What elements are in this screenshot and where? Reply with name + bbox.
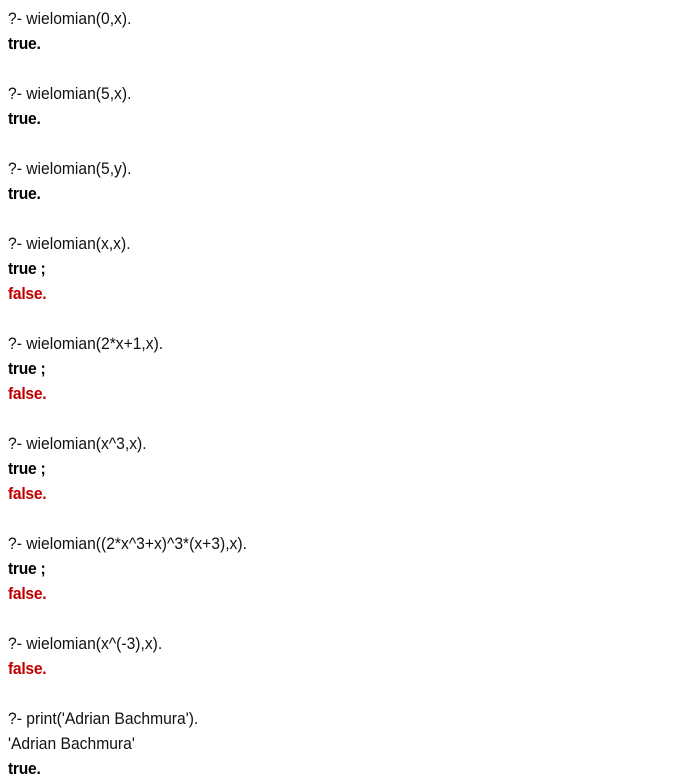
result-line: true ; <box>8 356 688 381</box>
result-line: false. <box>8 481 688 506</box>
result-line: false. <box>8 381 688 406</box>
query-text: ?- wielomian(x,x). <box>8 234 131 253</box>
result-line: true ; <box>8 556 688 581</box>
result-true-text: true. <box>8 184 41 203</box>
result-line: true. <box>8 106 688 131</box>
query-text: ?- print('Adrian Bachmura'). <box>8 709 199 728</box>
result-true-text: true. <box>8 109 41 128</box>
query-line: ?- print('Adrian Bachmura'). <box>8 706 688 731</box>
query-text: ?- wielomian(x^(-3),x). <box>8 634 163 653</box>
result-line: false. <box>8 581 688 606</box>
result-line: true. <box>8 756 688 781</box>
query-line: ?- wielomian(x,x). <box>8 231 688 256</box>
query-text: ?- wielomian(2*x+1,x). <box>8 334 164 353</box>
query-line: ?- wielomian((2*x^3+x)^3*(x+3),x). <box>8 531 688 556</box>
query-text: ?- wielomian(0,x). <box>8 9 132 28</box>
result-true-text: true. <box>8 759 41 778</box>
result-true-text: true ; <box>8 359 46 378</box>
result-true-text: true ; <box>8 259 46 278</box>
query-line: ?- wielomian(x^3,x). <box>8 431 688 456</box>
result-line: true ; <box>8 256 688 281</box>
result-line: true ; <box>8 456 688 481</box>
query-line: ?- wielomian(5,x). <box>8 81 688 106</box>
query-text: ?- wielomian(5,x). <box>8 84 132 103</box>
result-false-text: false. <box>8 659 47 678</box>
query-text: ?- wielomian((2*x^3+x)^3*(x+3),x). <box>8 534 247 553</box>
query-text: ?- wielomian(x^3,x). <box>8 434 147 453</box>
result-true-text: true ; <box>8 559 46 578</box>
result-line: false. <box>8 656 688 681</box>
output-text: 'Adrian Bachmura' <box>8 734 135 753</box>
result-false-text: false. <box>8 484 47 503</box>
output-line: 'Adrian Bachmura' <box>8 731 688 756</box>
query-line: ?- wielomian(5,y). <box>8 156 688 181</box>
query-text: ?- wielomian(5,y). <box>8 159 132 178</box>
result-line: true. <box>8 31 688 56</box>
result-true-text: true. <box>8 34 41 53</box>
prolog-console-output: ?- wielomian(0,x). true. ?- wielomian(5,x)… <box>8 6 688 781</box>
result-line: true. <box>8 181 688 206</box>
result-false-text: false. <box>8 284 47 303</box>
result-false-text: false. <box>8 584 47 603</box>
query-line: ?- wielomian(2*x+1,x). <box>8 331 688 356</box>
query-line: ?- wielomian(x^(-3),x). <box>8 631 688 656</box>
result-true-text: true ; <box>8 459 46 478</box>
result-false-text: false. <box>8 384 47 403</box>
result-line: false. <box>8 281 688 306</box>
query-line: ?- wielomian(0,x). <box>8 6 688 31</box>
